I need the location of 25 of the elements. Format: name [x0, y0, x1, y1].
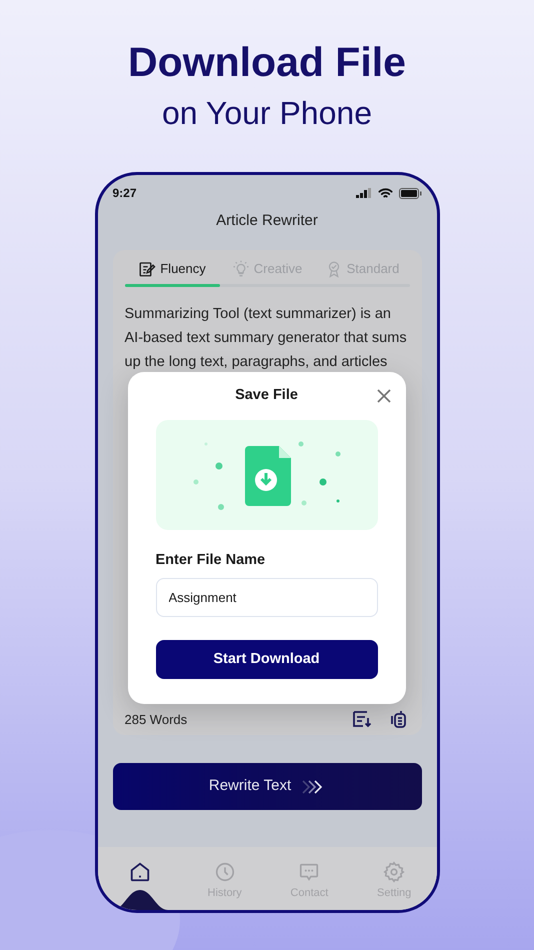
battery-icon	[398, 188, 422, 198]
file-name-label: Enter File Name	[156, 551, 266, 569]
mode-tab[interactable]: Fluency	[124, 254, 220, 284]
article-text-line: up the long text, paragraphs, and articles	[124, 353, 388, 372]
clock-icon	[214, 861, 236, 883]
lightbulb-icon	[232, 260, 250, 278]
status-time: 9:27	[112, 185, 137, 202]
signal-icon	[356, 188, 372, 198]
wifi-icon	[378, 188, 392, 198]
article-text-line: AI-based text summary generator that sums	[124, 329, 407, 348]
word-count: 285 Words	[124, 710, 188, 728]
headline-title: Download File	[128, 38, 406, 86]
home-icon	[128, 861, 151, 883]
headline-subtitle: on Your Phone	[162, 94, 372, 133]
chat-bubble-icon	[298, 861, 320, 883]
rewrite-text-button[interactable]: Rewrite Text	[112, 763, 422, 810]
edit-note-icon	[138, 260, 156, 278]
screen-title: Article Rewriter	[215, 211, 319, 231]
file-name-field[interactable]: Assignment	[156, 578, 378, 617]
start-download-button[interactable]: Start Download	[156, 640, 378, 679]
article-text-line: Summarizing Tool (text summarizer) is an	[124, 305, 391, 324]
dialog-title: Save File	[235, 386, 298, 406]
settings-icon	[383, 861, 406, 883]
close-icon[interactable]	[376, 389, 390, 403]
export-list-icon[interactable]	[352, 710, 372, 728]
